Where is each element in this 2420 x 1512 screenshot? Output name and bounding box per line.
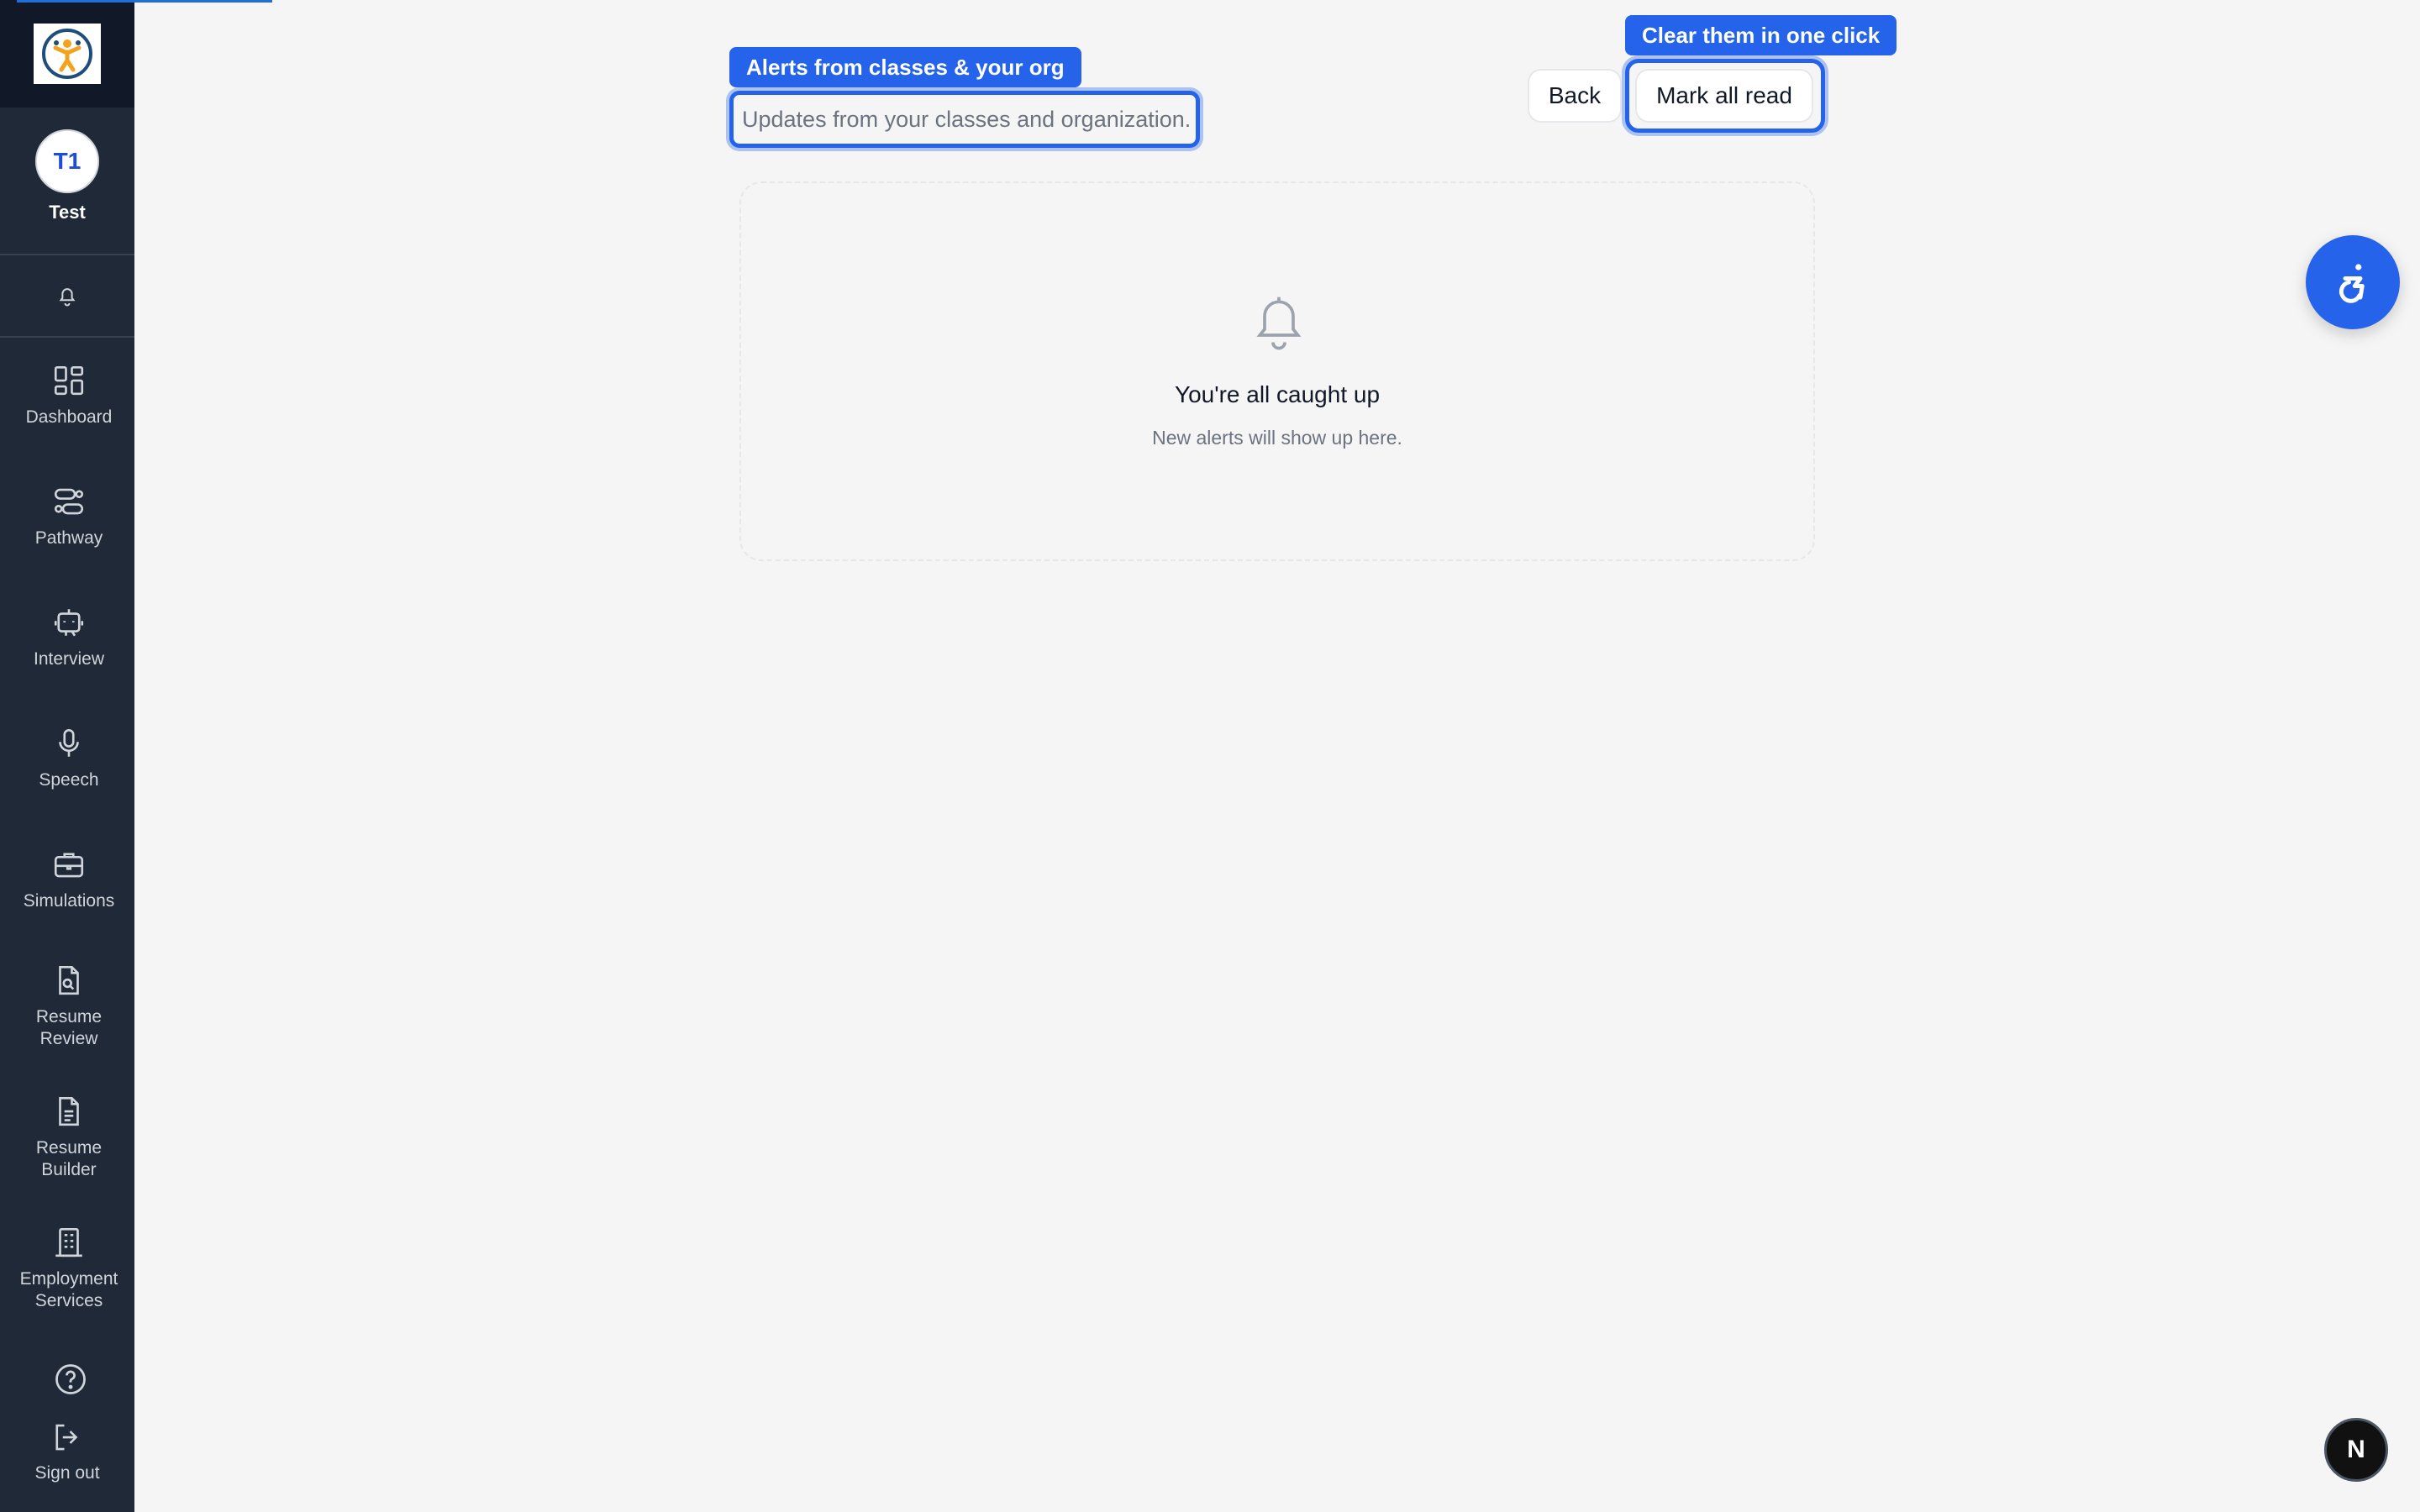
bell-icon	[59, 288, 76, 307]
back-button[interactable]: Back	[1528, 69, 1622, 123]
microphone-icon	[59, 728, 79, 757]
logo-icon	[42, 29, 92, 79]
pathway-icon	[54, 488, 84, 515]
sign-out-button[interactable]: Sign out	[0, 1420, 134, 1483]
sidebar-item-label: Simulations	[23, 891, 115, 911]
sidebar-item-speech[interactable]: Speech	[0, 726, 138, 791]
sidebar-item-label: Employment Services	[19, 1269, 118, 1310]
sidebar-item-dashboard[interactable]: Dashboard	[0, 363, 138, 428]
sidebar-item-label: Resume Review	[35, 1007, 103, 1048]
sidebar: T1 Test Dashboard Pathway Interview Spee…	[0, 0, 134, 1512]
sign-out-icon	[55, 1424, 78, 1451]
document-icon	[59, 1096, 79, 1126]
bell-icon	[1256, 297, 1302, 350]
notifications-empty-state: You're all caught up New alerts will sho…	[739, 181, 1815, 561]
app-logo[interactable]	[0, 0, 134, 108]
sidebar-item-label: Pathway	[34, 528, 103, 548]
sign-out-label: Sign out	[34, 1463, 100, 1483]
sidebar-item-label: Dashboard	[25, 407, 113, 427]
dashboard-icon	[54, 365, 84, 396]
page-loading-bar	[17, 0, 272, 3]
mark-all-read-button[interactable]: Mark all read	[1635, 69, 1813, 123]
mark-all-tooltip: Clear them in one click	[1625, 15, 1897, 55]
dev-tools-badge[interactable]: N	[2324, 1418, 2388, 1482]
sidebar-item-label: Resume Builder	[35, 1138, 103, 1179]
briefcase-icon	[54, 853, 84, 878]
sidebar-item-employment-services[interactable]: Employment Services	[0, 1225, 138, 1312]
user-profile[interactable]: T1 Test	[0, 108, 134, 255]
accessibility-icon	[2338, 264, 2365, 303]
empty-state-title: You're all caught up	[1174, 381, 1381, 407]
sidebar-item-label: Speech	[39, 770, 99, 790]
sidebar-item-interview[interactable]: Interview	[0, 605, 138, 670]
sidebar-item-label: Interview	[33, 649, 105, 669]
sidebar-item-notifications[interactable]	[0, 254, 134, 338]
document-search-icon	[59, 965, 79, 995]
interview-icon	[54, 609, 84, 637]
sidebar-item-resume-review[interactable]: Resume Review	[0, 963, 138, 1050]
subtitle-tooltip: Alerts from classes & your org	[729, 47, 1081, 87]
empty-state-subtitle: New alerts will show up here.	[1152, 427, 1402, 449]
help-icon	[55, 1364, 86, 1394]
sidebar-item-resume-builder[interactable]: Resume Builder	[0, 1094, 138, 1181]
sidebar-item-simulations[interactable]: Simulations	[0, 847, 138, 912]
avatar: T1	[35, 129, 99, 193]
sidebar-item-pathway[interactable]: Pathway	[0, 484, 138, 549]
user-name: Test	[49, 202, 86, 223]
building-icon	[55, 1227, 82, 1257]
help-button[interactable]	[0, 1361, 141, 1398]
page-subtitle: Updates from your classes and organizati…	[729, 91, 1200, 148]
accessibility-button[interactable]	[2306, 235, 2400, 329]
